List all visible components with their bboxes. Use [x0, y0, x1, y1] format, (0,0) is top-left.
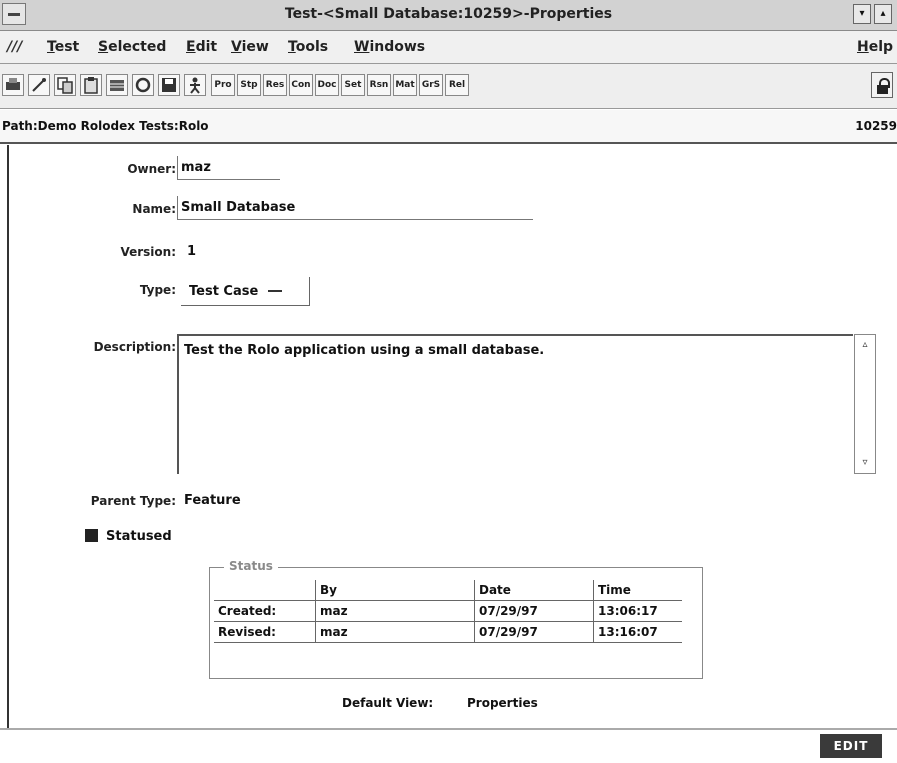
status-row-revised: Revised: maz 07/29/97 13:16:07: [214, 621, 682, 643]
menu-help[interactable]: Help: [857, 39, 893, 55]
type-dropdown[interactable]: Test Case: [181, 277, 310, 306]
default-view-label: Default View:: [342, 696, 434, 710]
printer-icon[interactable]: [2, 74, 24, 96]
paste-icon[interactable]: [80, 74, 102, 96]
window-title: Test-<Small Database:10259>-Properties: [284, 6, 613, 22]
status-bar-divider: [0, 728, 897, 730]
description-scrollbar[interactable]: ▵ ▿: [854, 334, 876, 474]
mat-button[interactable]: Mat: [393, 74, 417, 96]
run-icon[interactable]: [184, 74, 206, 96]
properties-window: Test-<Small Database:10259>-Properties ▾…: [0, 0, 897, 763]
path-text: Path:Demo Rolodex Tests:Rolo: [2, 119, 209, 133]
menu-selected[interactable]: Selected: [98, 39, 166, 55]
owner-field[interactable]: maz: [177, 156, 280, 180]
toolbar: Pro Stp Res Con Doc Set Rsn Mat GrS Rel: [0, 64, 897, 109]
status-row-created: Created: maz 07/29/97 13:06:17: [214, 600, 682, 622]
rel-button[interactable]: Rel: [445, 74, 469, 96]
name-field[interactable]: Small Database: [177, 196, 533, 220]
minimize-button[interactable]: ▾: [853, 4, 871, 24]
version-value: 1: [187, 244, 197, 259]
path-id: 10259: [855, 119, 897, 133]
menu-windows[interactable]: Windows: [354, 39, 425, 55]
menu-test[interactable]: Test: [47, 39, 79, 55]
menu-tools[interactable]: Tools: [288, 39, 328, 55]
status-header-by: By: [315, 580, 475, 601]
statused-checkbox[interactable]: [85, 529, 98, 542]
default-view-value: Properties: [467, 696, 538, 710]
status-row-by: maz: [315, 621, 475, 643]
menu-edit[interactable]: Edit: [186, 39, 217, 55]
wand-icon[interactable]: [28, 74, 50, 96]
type-dropdown-value: Test Case: [189, 284, 259, 299]
menu-view[interactable]: View: [231, 39, 269, 55]
owner-label: Owner:: [127, 162, 176, 176]
path-bar: Path:Demo Rolodex Tests:Rolo 10259: [0, 110, 897, 144]
status-legend: Status: [224, 559, 278, 573]
description-textarea[interactable]: Test the Rolo application using a small …: [177, 334, 853, 474]
status-row-label: Revised:: [214, 621, 316, 643]
lock-icon[interactable]: [871, 72, 893, 98]
scroll-up-icon[interactable]: ▵: [857, 337, 873, 353]
grs-button[interactable]: GrS: [419, 74, 443, 96]
rsn-button[interactable]: Rsn: [367, 74, 391, 96]
edit-button[interactable]: EDIT: [820, 734, 882, 758]
menu-mark: ///: [7, 39, 23, 55]
stp-button[interactable]: Stp: [237, 74, 261, 96]
database-icon[interactable]: [106, 74, 128, 96]
description-label: Description:: [93, 340, 176, 354]
doc-button[interactable]: Doc: [315, 74, 339, 96]
res-button[interactable]: Res: [263, 74, 287, 96]
type-label: Type:: [139, 283, 176, 297]
save-icon[interactable]: [158, 74, 180, 96]
parent-type-label: Parent Type:: [90, 494, 176, 508]
version-label: Version:: [120, 245, 176, 259]
status-row-date: 07/29/97: [474, 600, 594, 622]
status-row-date: 07/29/97: [474, 621, 594, 643]
set-button[interactable]: Set: [341, 74, 365, 96]
copy-icon[interactable]: [54, 74, 76, 96]
refresh-icon[interactable]: [132, 74, 154, 96]
status-row-by: maz: [315, 600, 475, 622]
menu-bar: /// Test Selected Edit View Tools Window…: [0, 31, 897, 64]
parent-type-value: Feature: [184, 493, 241, 508]
con-button[interactable]: Con: [289, 74, 313, 96]
status-row-label: Created:: [214, 600, 316, 622]
status-row-time: 13:16:07: [593, 621, 682, 643]
title-bar: Test-<Small Database:10259>-Properties ▾…: [0, 0, 897, 31]
statused-label: Statused: [106, 529, 172, 544]
maximize-button[interactable]: ▴: [874, 4, 892, 24]
name-label: Name:: [132, 202, 176, 216]
status-header-date: Date: [474, 580, 594, 601]
status-group: Status By Date Time Created: maz 07/29/9…: [209, 559, 703, 679]
scroll-down-icon[interactable]: ▿: [857, 455, 873, 471]
left-border: [7, 145, 9, 730]
status-row-time: 13:06:17: [593, 600, 682, 622]
status-header-blank: [214, 580, 316, 601]
pro-button[interactable]: Pro: [211, 74, 235, 96]
status-table: By Date Time Created: maz 07/29/97 13:06…: [214, 580, 682, 643]
status-header-row: By Date Time: [214, 580, 682, 601]
dropdown-indicator-icon: [268, 282, 283, 292]
status-header-time: Time: [593, 580, 682, 601]
